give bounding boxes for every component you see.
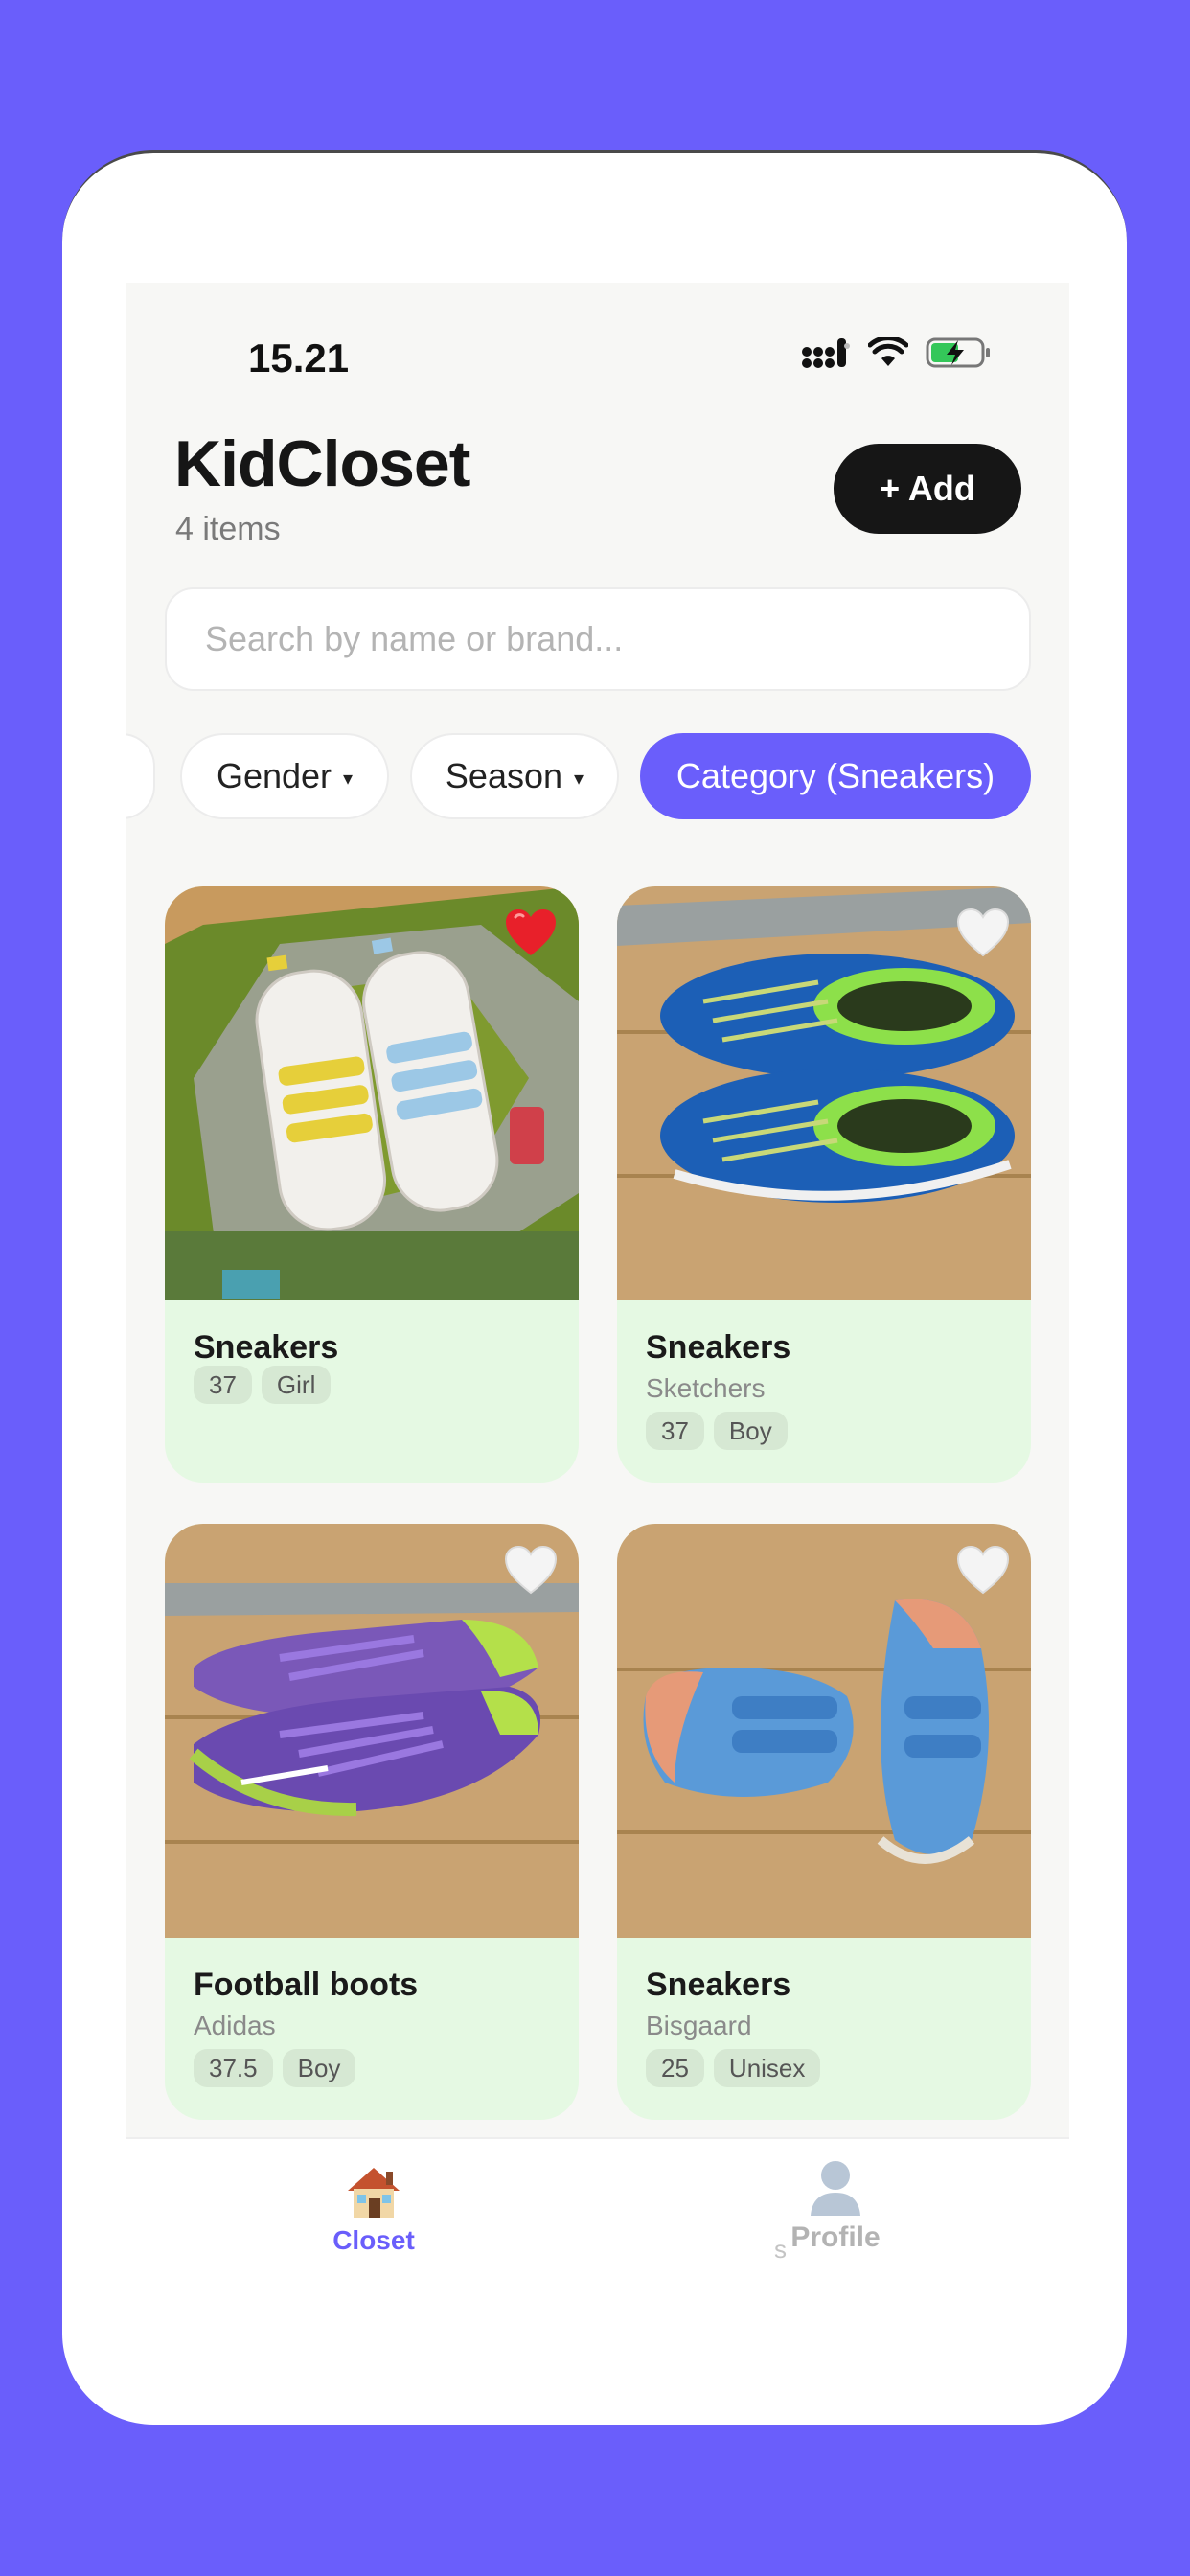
search-input[interactable] (165, 587, 1031, 691)
item-brand: Bisgaard (646, 2011, 752, 2040)
person-icon (811, 2161, 860, 2216)
heart-outline-icon[interactable] (956, 908, 1010, 957)
size-tag: 25 (646, 2049, 704, 2087)
add-item-button[interactable]: + Add (834, 444, 1021, 534)
filter-chip-label: Season (445, 756, 563, 795)
item-tags: 37 Boy (646, 1412, 788, 1450)
size-tag: 37 (194, 1366, 252, 1404)
status-icons (801, 336, 993, 369)
item-tags: 25 Unisex (646, 2049, 821, 2087)
size-tag: 37 (646, 1412, 704, 1450)
item-tags: 37 Girl (194, 1366, 332, 1404)
item-brand: Adidas (194, 2011, 276, 2040)
item-card[interactable]: Football boots Adidas 37.5 Boy (165, 1524, 579, 2120)
app-screen: 15.21 KidCloset 4 items + Add Search by … (126, 283, 1069, 2273)
item-card[interactable]: Sneakers Sketchers 37 Boy (617, 886, 1031, 1483)
item-name: Sneakers (646, 1966, 791, 2003)
shoe-left (643, 1668, 854, 1797)
status-time: 15.21 (248, 335, 350, 380)
caret-down-icon: ▾ (574, 768, 584, 790)
item-card[interactable]: Sneakers 37 Girl (165, 886, 579, 1483)
filter-chip-label: Gender (216, 756, 332, 795)
heart-outline-icon[interactable] (956, 1545, 1010, 1595)
shoe-bottom (660, 1069, 1015, 1203)
item-tags: 37.5 Boy (194, 2049, 356, 2087)
item-name: Sneakers (194, 1329, 339, 1366)
heart-outline-icon[interactable] (504, 1545, 558, 1595)
filter-chip-gender[interactable]: Gender ▾ (180, 733, 389, 819)
phone-frame: 15.21 KidCloset 4 items + Add Search by … (62, 150, 1127, 2425)
gender-tag: Boy (282, 2049, 356, 2087)
tab-label: Closet (332, 2225, 415, 2255)
gender-tag: Boy (713, 1412, 788, 1450)
house-icon (348, 2168, 400, 2218)
app-title: KidCloset (174, 427, 470, 500)
filter-chip-partial[interactable] (126, 733, 155, 819)
battery-icon (926, 337, 990, 368)
shoe-right (877, 1598, 989, 1864)
heart-filled-icon[interactable] (504, 908, 558, 957)
wifi-icon (868, 337, 908, 366)
tab-bar: Closet s Profile (126, 2137, 1069, 2273)
item-card[interactable]: Sneakers Bisgaard 25 Unisex (617, 1524, 1031, 2120)
size-tag: 37.5 (194, 2049, 273, 2087)
signal-icon (802, 338, 850, 368)
item-count: 4 items (175, 511, 281, 547)
gender-tag: Unisex (713, 2049, 821, 2087)
shoe-top (660, 954, 1015, 1078)
tab-label: Profile (790, 2221, 881, 2253)
filter-chip-season[interactable]: Season ▾ (410, 733, 619, 819)
gender-tag: Girl (261, 1366, 332, 1404)
item-name: Football boots (194, 1966, 419, 2003)
item-name: Sneakers (646, 1329, 791, 1366)
tab-closet[interactable]: Closet (287, 2166, 460, 2256)
caret-down-icon: ▾ (343, 768, 354, 790)
filter-chip-label: Category (Sneakers) (675, 756, 995, 795)
item-brand: Sketchers (646, 1373, 766, 1403)
filter-chip-category[interactable]: Category (Sneakers) (640, 733, 1031, 819)
tab-profile[interactable]: Profile (749, 2156, 922, 2254)
